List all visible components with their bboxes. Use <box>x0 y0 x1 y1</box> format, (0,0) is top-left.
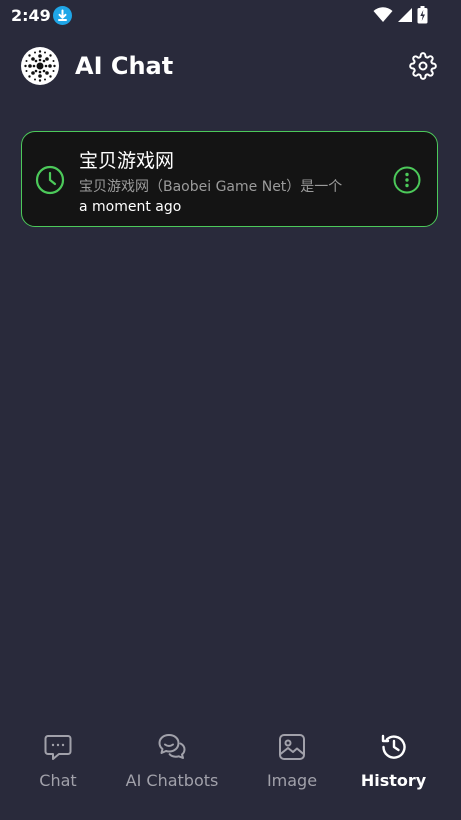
chatbots-icon <box>157 732 187 762</box>
chat-bubble-icon <box>43 732 73 762</box>
status-bar: 2:49 <box>0 0 461 32</box>
download-notification-icon <box>53 6 72 25</box>
history-item-title: 宝贝游戏网 <box>79 150 175 172</box>
app-logo-icon <box>21 47 59 85</box>
nav-item-history[interactable]: History <box>346 720 441 810</box>
app-title: AI Chat <box>75 52 174 80</box>
nav-label-chat: Chat <box>39 771 77 790</box>
signal-icon <box>398 8 412 22</box>
image-icon <box>277 732 307 762</box>
nav-item-image[interactable]: Image <box>242 720 342 810</box>
app-header: AI Chat <box>0 40 461 96</box>
history-item-preview: 宝贝游戏网（Baobei Game Net）是一个 <box>79 179 343 195</box>
clock-icon <box>35 165 65 195</box>
nav-item-chat[interactable]: Chat <box>8 720 108 810</box>
history-item-time: a moment ago <box>79 199 182 215</box>
status-icons <box>373 6 428 24</box>
history-item[interactable]: 宝贝游戏网 宝贝游戏网（Baobei Game Net）是一个 a moment… <box>21 131 438 227</box>
nav-label-image: Image <box>266 771 318 790</box>
nav-label-ai-chatbots: AI Chatbots <box>125 771 219 790</box>
more-options-icon[interactable] <box>393 166 421 194</box>
wifi-icon <box>373 7 393 22</box>
nav-item-ai-chatbots[interactable]: AI Chatbots <box>112 720 232 810</box>
bottom-navigation: Chat AI Chatbots Image History <box>0 720 461 820</box>
nav-label-history: History <box>360 771 427 790</box>
status-time: 2:49 <box>11 6 51 25</box>
battery-icon <box>417 6 428 24</box>
history-icon <box>379 732 409 762</box>
settings-gear-icon[interactable] <box>409 52 437 80</box>
